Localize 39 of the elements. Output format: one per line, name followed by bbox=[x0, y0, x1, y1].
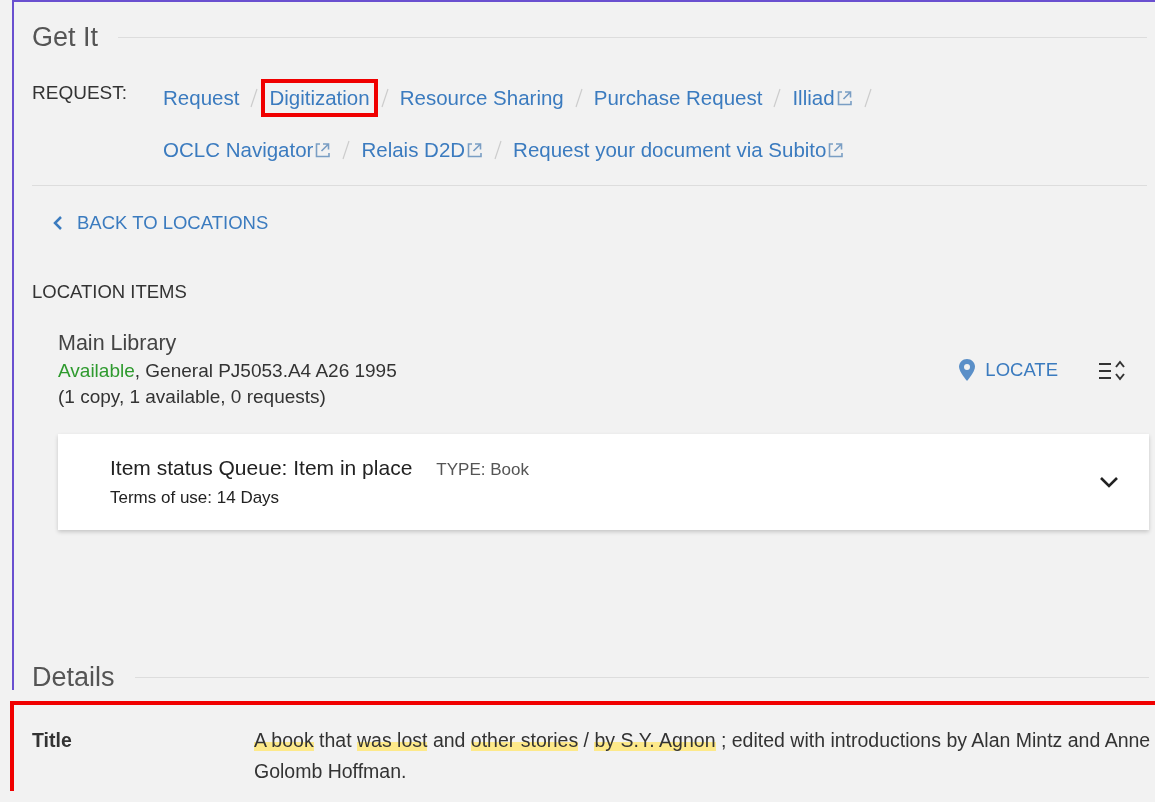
request-link[interactable]: OCLC Navigator bbox=[155, 131, 340, 169]
slash-icon bbox=[249, 87, 260, 109]
request-label: REQUEST: bbox=[32, 81, 128, 105]
section-title: Details bbox=[32, 662, 115, 693]
request-link[interactable]: Request bbox=[155, 79, 248, 117]
chevron-down-icon bbox=[1099, 476, 1119, 488]
item-status: Item status Queue: Item in place bbox=[110, 456, 413, 479]
location-items-heading: LOCATION ITEMS bbox=[32, 281, 188, 303]
slash-icon bbox=[862, 87, 873, 109]
external-link-icon bbox=[314, 141, 332, 159]
external-link-icon bbox=[827, 141, 845, 159]
slash-icon bbox=[772, 87, 783, 109]
request-link[interactable]: Request your document via Subito bbox=[505, 131, 853, 169]
slash-icon bbox=[493, 139, 504, 161]
request-link[interactable]: Digitization bbox=[261, 79, 378, 117]
slash-icon bbox=[573, 87, 584, 109]
expand-button[interactable] bbox=[1099, 476, 1119, 488]
field-value: A book that was lost and other stories / by S.Y. Agnon ; edited with introductions by Alan Mintz and Anne Golomb Hoffman. bbox=[254, 728, 1152, 784]
external-link-icon bbox=[466, 141, 484, 159]
back-link[interactable]: BACK TO LOCATIONS bbox=[52, 212, 269, 234]
availability-status: Available bbox=[58, 360, 135, 381]
item-type: TYPE: Book bbox=[436, 460, 529, 479]
request-link[interactable]: Relais D2D bbox=[353, 131, 492, 169]
chevron-left-icon bbox=[52, 215, 63, 231]
slash-icon bbox=[341, 139, 352, 161]
map-pin-icon bbox=[959, 358, 976, 381]
request-link[interactable]: Illiad bbox=[784, 79, 861, 117]
locate-button[interactable]: LOCATE bbox=[959, 358, 1058, 381]
terms-of-use: Terms of use: 14 Days bbox=[110, 488, 281, 508]
request-link[interactable]: Resource Sharing bbox=[391, 79, 572, 117]
call-number: , General PJ5053.A4 A26 1995 bbox=[134, 360, 397, 381]
field-label: Title bbox=[32, 729, 73, 753]
request-link[interactable]: Purchase Request bbox=[585, 79, 771, 117]
slash-icon bbox=[379, 87, 390, 109]
section-title: Get It bbox=[32, 22, 99, 53]
copies-summary: (1 copy, 1 available, 0 requests) bbox=[58, 386, 327, 408]
sort-icon[interactable] bbox=[1098, 358, 1125, 381]
library-name: Main Library bbox=[58, 331, 178, 356]
external-link-icon bbox=[835, 89, 853, 107]
